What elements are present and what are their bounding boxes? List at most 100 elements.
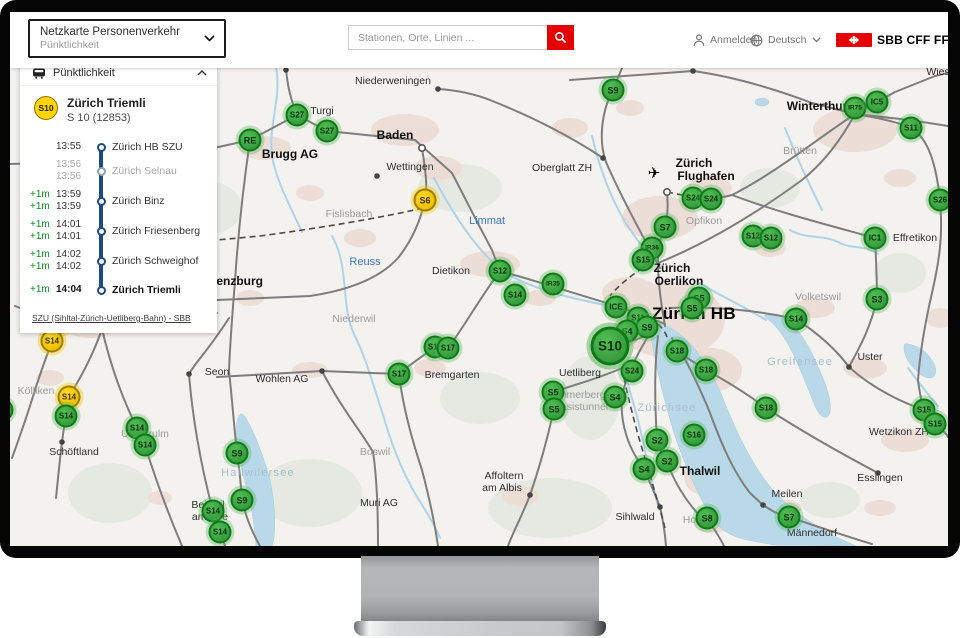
line-marker-s9[interactable]: S9	[231, 489, 254, 512]
stop-row: 13:55 Zürich HB SZU	[30, 138, 207, 156]
stop-list: 13:55 Zürich HB SZU 13:5613:56 Zürich Seln…	[20, 130, 217, 299]
chevron-up-icon[interactable]	[197, 70, 207, 76]
line-marker-s15[interactable]: S15	[924, 413, 947, 436]
user-icon	[693, 34, 705, 47]
line-marker-s11[interactable]: S11	[900, 117, 923, 140]
panel-title: Pünktlichkeit	[53, 67, 190, 79]
line-marker-s4[interactable]: S4	[633, 458, 656, 481]
stop-delay: +1m	[30, 284, 56, 296]
line-marker-ic5[interactable]: IC5	[866, 91, 889, 114]
line-marker-s14[interactable]: S14	[55, 405, 78, 428]
line-marker-s24[interactable]: S24	[621, 360, 644, 383]
stop-name: Zürich Selnau	[110, 165, 207, 177]
line-marker-s9[interactable]: S9	[226, 442, 249, 465]
line-marker-s9[interactable]: S9	[636, 316, 659, 339]
line-marker-ir75[interactable]: IR75	[844, 97, 867, 120]
stop-row: +1m+1m13:5913:59Zürich Binz	[30, 186, 207, 216]
line-marker-s18[interactable]: S18	[695, 359, 718, 382]
language-label: Deutsch	[768, 34, 807, 46]
sbb-flag-icon	[836, 33, 872, 47]
globe-icon	[750, 34, 763, 47]
line-marker-s5[interactable]: S5	[543, 398, 566, 421]
chevron-down-icon	[204, 35, 215, 42]
stop-node-icon	[97, 167, 106, 176]
line-marker-s5[interactable]: S5	[681, 297, 704, 320]
line-marker-re[interactable]: RE	[239, 129, 262, 152]
operator-link[interactable]: SZU (Sihltal-Zürich-Uetliberg-Bahn) - SB…	[32, 313, 205, 323]
line-marker-s24[interactable]: S24	[700, 188, 723, 211]
line-marker-s17[interactable]: S17	[388, 363, 411, 386]
line-marker-s8[interactable]: S8	[696, 507, 719, 530]
line-marker-s17[interactable]: S17	[437, 337, 460, 360]
line-marker-s4[interactable]: S4	[604, 386, 627, 409]
line-marker-s16[interactable]: S16	[683, 424, 706, 447]
line-marker-ice[interactable]: ICE	[605, 296, 628, 319]
stop-row: +1m+1m14:0214:02 Zürich Schweighof	[30, 246, 207, 276]
line-marker-s26[interactable]: S26	[929, 189, 949, 212]
train-icon	[32, 68, 46, 79]
stop-row: +1m14:04Zürich Triemli	[30, 281, 207, 299]
search-button[interactable]	[547, 25, 574, 50]
line-marker-s14[interactable]: S14	[504, 284, 527, 307]
search-bar	[348, 25, 574, 50]
line-marker-s14[interactable]: S14	[785, 308, 808, 331]
line-marker-s10[interactable]: S10	[591, 327, 630, 366]
app-window: NiederweningenTurgiBadenBrugg AGWettinge…	[10, 12, 948, 546]
search-input[interactable]	[348, 25, 547, 50]
stop-node-icon	[97, 257, 106, 266]
line-marker-s18[interactable]: S18	[666, 340, 689, 363]
layer-dropdown[interactable]: Netzkarte Personenverkehr Pünktlichkeit	[28, 19, 226, 58]
search-icon	[554, 31, 567, 44]
stop-time: 14:0214:02	[56, 249, 92, 273]
language-selector[interactable]: Deutsch	[750, 12, 821, 68]
stop-node-icon	[97, 286, 106, 295]
train-number: S 10 (12853)	[67, 111, 146, 126]
line-marker-s15[interactable]: S15	[632, 249, 655, 272]
stop-name: Zürich Schweighof	[110, 255, 207, 267]
train-info: S10 Zürich Triemli S 10 (12853)	[20, 86, 217, 130]
line-badge: S10	[34, 96, 58, 120]
line-marker-s7[interactable]: S7	[654, 216, 677, 239]
line-marker-s14[interactable]: S14	[134, 434, 157, 457]
line-marker-s7[interactable]: S7	[778, 506, 801, 529]
stop-time: 14:0114:01	[56, 219, 92, 243]
stop-row: +1m+1m14:0114:01 Zürich Friesenberg	[30, 216, 207, 246]
monitor-stand	[361, 556, 599, 622]
line-marker-s2[interactable]: S2	[646, 429, 669, 452]
monitor-stand-base	[354, 621, 606, 636]
line-marker-s18[interactable]: S18	[755, 397, 778, 420]
stop-time: 13:55	[56, 141, 92, 153]
stop-time: 13:5613:56	[56, 159, 92, 183]
chevron-down-icon	[812, 37, 821, 43]
stop-node-icon	[97, 143, 106, 152]
stop-name: Zürich HB SZU	[110, 141, 207, 153]
line-marker-s6[interactable]: S6	[414, 189, 437, 212]
line-marker-s12[interactable]: S12	[760, 227, 783, 250]
stop-node-icon	[97, 227, 106, 236]
line-marker-s12[interactable]: S12	[489, 260, 512, 283]
layer-dropdown-title: Netzkarte Personenverkehr	[40, 25, 214, 39]
top-bar: Netzkarte Personenverkehr Pünktlichkeit …	[10, 12, 948, 68]
sbb-logo: SBB CFF FFS	[836, 12, 948, 68]
stop-delay: +1m+1m	[30, 249, 56, 273]
stop-row: 13:5613:56 Zürich Selnau	[30, 156, 207, 186]
stop-delay	[30, 141, 56, 153]
line-marker-s27[interactable]: S27	[316, 120, 339, 143]
line-marker-ir35[interactable]: IR35	[542, 273, 565, 296]
login-button[interactable]: Anmelden	[693, 12, 757, 68]
line-marker-s27[interactable]: S27	[286, 104, 309, 127]
stop-delay: +1m+1m	[30, 189, 56, 213]
stop-name: Zürich Triemli	[110, 284, 207, 296]
layer-dropdown-subtitle: Pünktlichkeit	[40, 39, 214, 52]
line-marker-ic1[interactable]: IC1	[864, 227, 887, 250]
line-marker-s14[interactable]: S14	[202, 500, 225, 523]
line-marker-s2[interactable]: S2	[656, 450, 679, 473]
stop-delay	[30, 165, 56, 177]
stop-delay: +1m+1m	[30, 219, 56, 243]
monitor-frame: NiederweningenTurgiBadenBrugg AGWettinge…	[0, 0, 960, 638]
line-marker-s3[interactable]: S3	[866, 288, 889, 311]
line-marker-s14[interactable]: S14	[209, 521, 232, 544]
line-marker-s9[interactable]: S9	[602, 79, 625, 102]
stop-name: Zürich Friesenberg	[110, 225, 207, 237]
punctuality-panel: Pünktlichkeit S10 Zürich Triemli S 10 (1…	[20, 60, 217, 333]
